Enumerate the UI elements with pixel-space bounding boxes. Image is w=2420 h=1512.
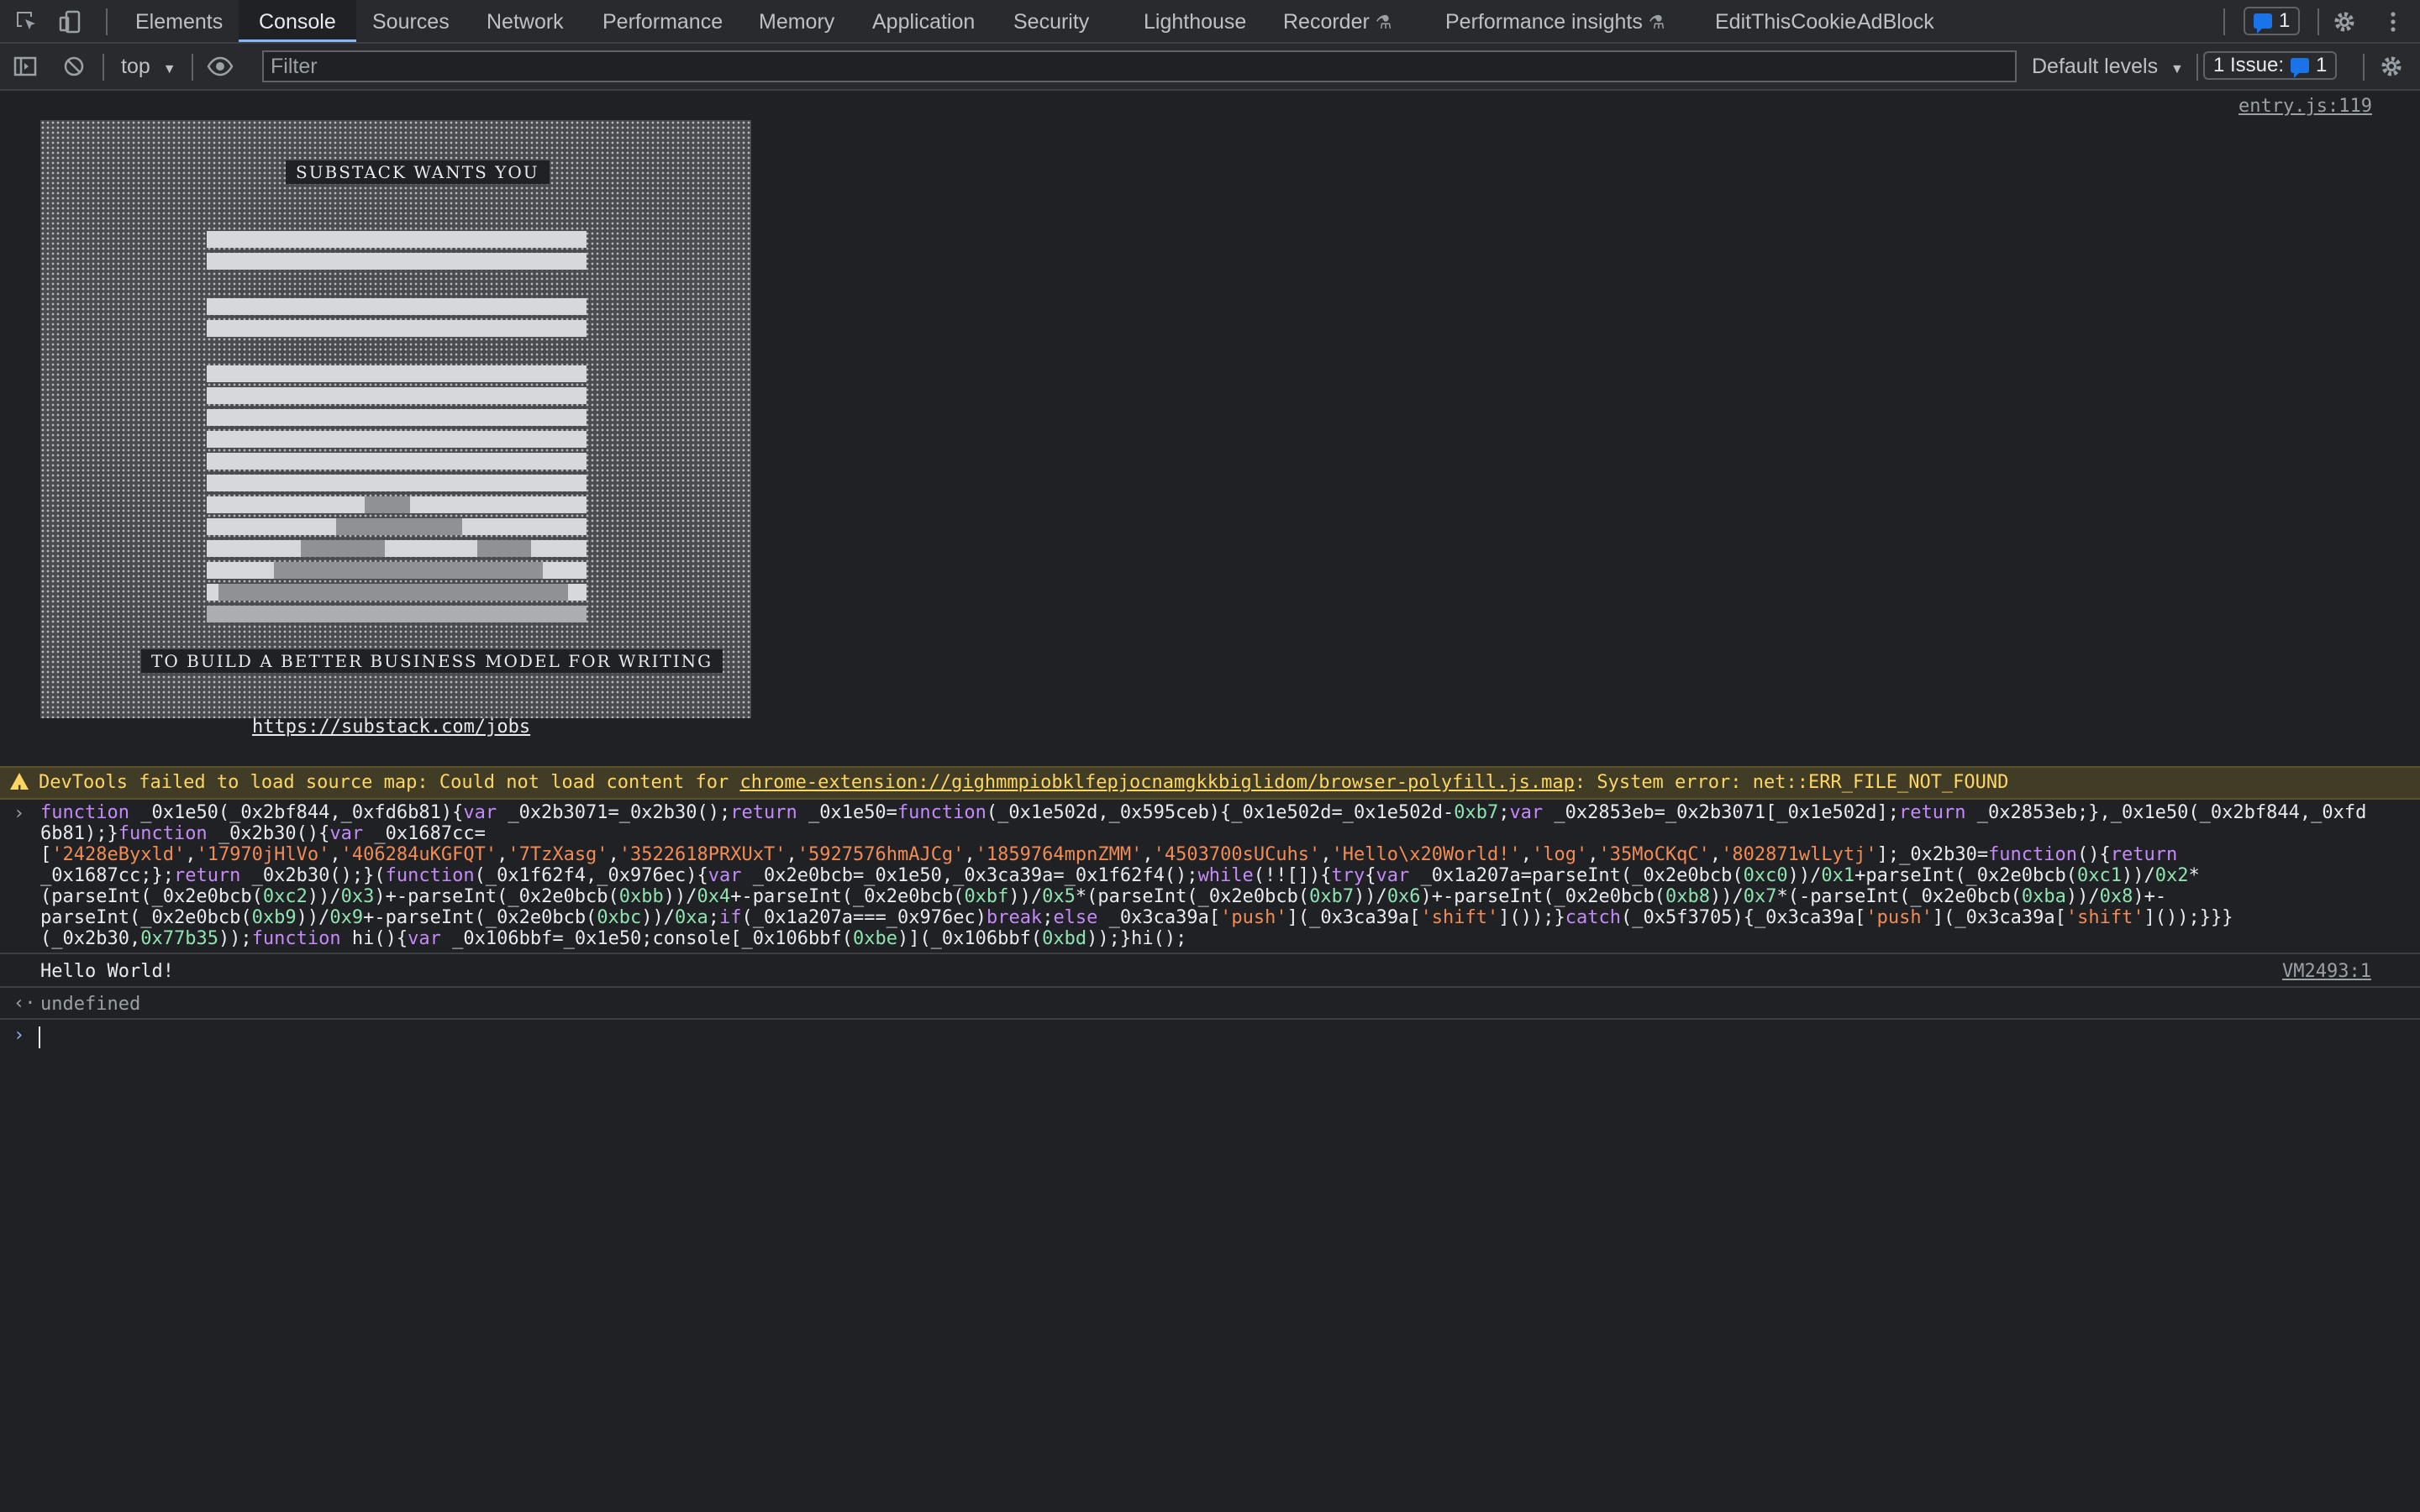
banner-stripe xyxy=(207,409,587,426)
show-sidebar-icon[interactable] xyxy=(10,51,40,81)
tab-performance-insights[interactable]: Performance insights ⚗ xyxy=(1445,0,1665,42)
banner-stripe xyxy=(207,475,587,491)
tab-network[interactable]: Network xyxy=(487,0,564,42)
banner-shape xyxy=(336,518,462,535)
experiment-flask-icon: ⚗ xyxy=(1649,12,1665,33)
console-settings-gear-icon[interactable] xyxy=(2376,51,2407,81)
tab-application[interactable]: Application xyxy=(872,0,975,42)
banner-stripe xyxy=(207,365,587,382)
warning-icon xyxy=(10,773,29,790)
devtools-tabbar: Elements Console Sources Network Perform… xyxy=(0,0,2420,44)
tab-console[interactable]: Console xyxy=(239,0,356,42)
result-arrow-icon: ‹· xyxy=(13,993,36,1014)
message-divider xyxy=(0,986,2420,988)
ascii-art-banner: SUBSTACK WANTS YOU TO BUILD A BETTER BUS… xyxy=(40,120,751,718)
toolbar-separator xyxy=(2363,54,2365,81)
banner-stripe xyxy=(207,253,587,270)
messages-count: 1 xyxy=(2279,9,2290,33)
messages-badge[interactable]: 1 xyxy=(2244,7,2300,35)
tab-elements[interactable]: Elements xyxy=(135,0,223,42)
banner-shape xyxy=(301,540,385,557)
tab-editthiscookie[interactable]: EditThisCookie xyxy=(1715,0,1856,42)
source-link[interactable]: VM2493:1 xyxy=(2282,961,2371,982)
inspect-element-icon[interactable] xyxy=(12,7,42,37)
message-icon xyxy=(2291,58,2309,73)
console-toolbar: top ▼ Default levels ▼ 1 Issue: 1 xyxy=(0,44,2420,91)
tabbar-separator xyxy=(106,8,108,35)
tab-adblock[interactable]: AdBlock xyxy=(1857,0,1934,42)
issues-count: 1 xyxy=(2316,54,2327,77)
code-input[interactable]: function _0x1e50(_0x2bf844,_0xfd6b81){va… xyxy=(40,802,2376,949)
log-output: Hello World! xyxy=(40,961,174,982)
issues-button[interactable]: 1 Issue: 1 xyxy=(2203,51,2337,80)
source-link[interactable]: entry.js:119 xyxy=(2238,96,2372,117)
live-expression-eye-icon[interactable] xyxy=(205,51,235,81)
context-selector[interactable]: top ▼ xyxy=(121,44,176,89)
warning-message: DevTools failed to load source map: Coul… xyxy=(0,766,2420,800)
console-input-cursor[interactable] xyxy=(39,1026,40,1048)
warning-suffix: : System error: net::ERR_FILE_NOT_FOUND xyxy=(1575,772,2009,793)
banner-shape xyxy=(365,496,410,513)
console-prompt-chevron-icon: › xyxy=(13,1025,24,1046)
banner-stripe xyxy=(207,431,587,448)
banner-stripe xyxy=(207,453,587,470)
warning-text: DevTools failed to load source map: Coul… xyxy=(39,768,2008,798)
message-divider xyxy=(0,953,2420,954)
result-value: undefined xyxy=(40,994,140,1015)
tabbar-separator xyxy=(2223,8,2225,35)
warning-url-link[interactable]: chrome-extension://gighmmpiobklfepjocnam… xyxy=(739,772,1574,793)
log-levels-dropdown[interactable]: Default levels ▼ xyxy=(2032,44,2184,89)
device-toolbar-icon[interactable] xyxy=(55,7,86,37)
context-value: top xyxy=(121,55,150,78)
banner-top-text: SUBSTACK WANTS YOU xyxy=(286,160,550,184)
banner-stripe xyxy=(207,231,587,248)
experiment-flask-icon: ⚗ xyxy=(1376,12,1392,33)
toolbar-separator xyxy=(2196,54,2198,81)
warning-prefix: DevTools failed to load source map: Coul… xyxy=(39,772,739,793)
banner-shape xyxy=(218,584,568,601)
chevron-down-icon: ▼ xyxy=(2170,62,2184,76)
chevron-down-icon: ▼ xyxy=(163,62,176,76)
banner-stripe xyxy=(207,387,587,404)
toolbar-separator xyxy=(192,54,193,81)
clear-console-icon[interactable] xyxy=(59,51,89,81)
tabbar-separator xyxy=(2317,8,2319,35)
tab-performance[interactable]: Performance xyxy=(602,0,723,42)
tab-performance-insights-label: Performance insights xyxy=(1445,10,1643,34)
banner-stripe xyxy=(207,320,587,337)
message-icon xyxy=(2254,13,2272,29)
banner-shape xyxy=(274,562,543,579)
input-prompt-chevron-icon: › xyxy=(13,803,24,824)
tab-memory[interactable]: Memory xyxy=(759,0,834,42)
more-options-icon[interactable] xyxy=(2378,7,2408,37)
log-levels-value: Default levels xyxy=(2032,55,2158,78)
banner-shape xyxy=(477,540,531,557)
toolbar-separator xyxy=(103,54,104,81)
settings-gear-icon[interactable] xyxy=(2329,7,2360,37)
banner-shape xyxy=(207,606,587,622)
tab-sources[interactable]: Sources xyxy=(372,0,450,42)
message-divider xyxy=(0,1018,2420,1020)
issues-label: 1 Issue: xyxy=(2213,54,2284,77)
tab-lighthouse[interactable]: Lighthouse xyxy=(1144,0,1246,42)
tab-security[interactable]: Security xyxy=(1013,0,1089,42)
banner-bottom-text: TO BUILD A BETTER BUSINESS MODEL FOR WRI… xyxy=(141,649,723,673)
jobs-link[interactable]: https://substack.com/jobs xyxy=(252,717,530,738)
banner-stripe xyxy=(207,298,587,315)
filter-input[interactable] xyxy=(262,50,2017,82)
tab-recorder[interactable]: Recorder ⚗ xyxy=(1283,0,1392,42)
tab-recorder-label: Recorder xyxy=(1283,10,1370,34)
